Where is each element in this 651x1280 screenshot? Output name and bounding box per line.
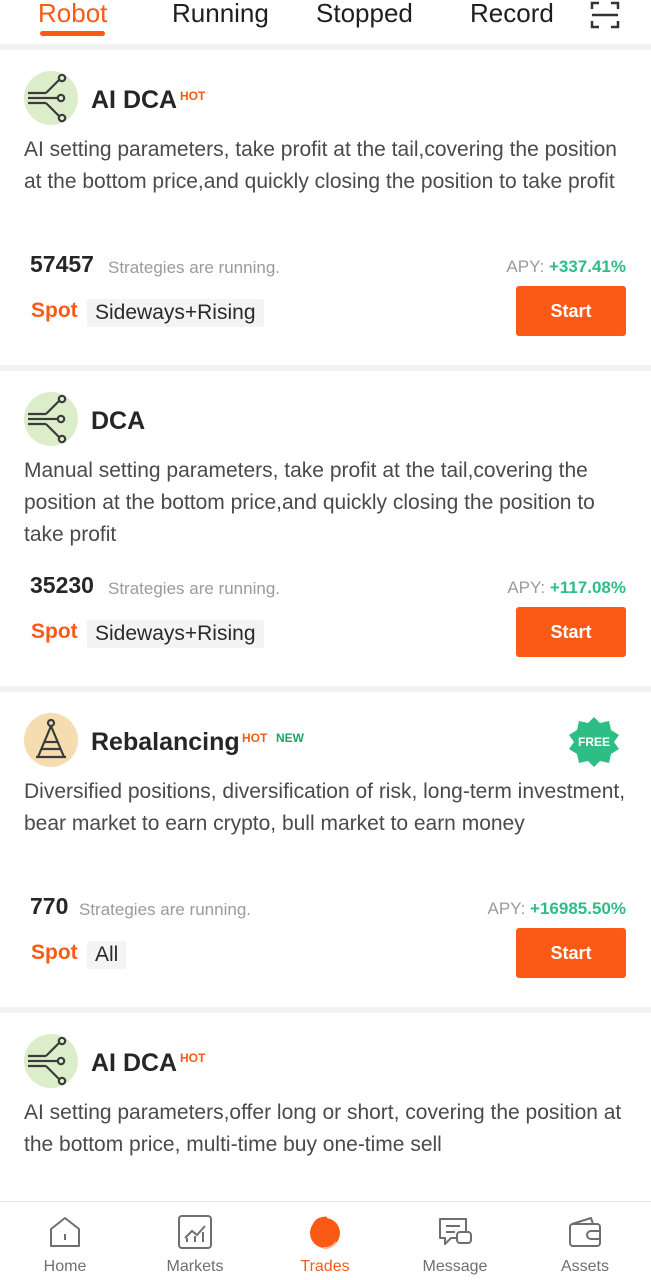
home-icon [50, 1217, 80, 1247]
running-count: 770 [30, 893, 69, 919]
free-badge-label: FREE [577, 735, 610, 749]
tab-robot[interactable]: Robot [38, 0, 107, 29]
apy-label: APY: [506, 257, 545, 276]
card-description: AI setting parameters,offer long or shor… [24, 1101, 622, 1156]
pyramid-icon [24, 713, 78, 767]
card-description: Diversified positions, diversification o… [24, 780, 626, 835]
apy: APY: +337.41% [506, 257, 626, 277]
top-tab-bar: Robot Running Stopped Record [0, 0, 651, 44]
nav-markets[interactable]: Markets [130, 1202, 260, 1280]
market-label: Spot [31, 620, 78, 643]
apy-label: APY: [487, 899, 526, 918]
scan-icon[interactable] [589, 0, 621, 30]
strategy-card-rebalancing[interactable]: Rebalancing HOT NEW FREE Diversified pos… [0, 692, 651, 1007]
strategy-card-ai-dca-2[interactable]: AI DCA HOT AI setting parameters,offer l… [0, 1013, 651, 1201]
trend-tag: Sideways+Rising [87, 299, 264, 327]
strategy-card-dca[interactable]: DCA Manual setting parameters, take prof… [0, 371, 651, 686]
bottom-nav: Home Markets Trades Message Assets [0, 1201, 651, 1280]
running-label: Strategies are running. [79, 900, 251, 919]
card-description: AI setting parameters, take profit at th… [24, 138, 617, 193]
hot-badge: HOT [180, 1051, 206, 1065]
nav-home[interactable]: Home [0, 1202, 130, 1280]
start-button[interactable]: Start [516, 607, 626, 657]
markets-icon [178, 1215, 212, 1249]
active-tab-indicator [40, 31, 105, 36]
running-count: 57457 [30, 251, 94, 277]
apy: APY: +117.08% [507, 578, 626, 598]
card-title: AI DCA [91, 1049, 178, 1077]
trend-tag: All [87, 941, 127, 969]
nav-markets-label: Markets [166, 1258, 224, 1275]
hot-badge: HOT [180, 89, 206, 103]
apy-label: APY: [507, 578, 546, 597]
message-icon [439, 1218, 472, 1245]
nav-home-label: Home [43, 1258, 87, 1275]
branch-icon [24, 71, 78, 125]
nav-trades[interactable]: Trades [260, 1202, 390, 1280]
card-title: DCA [91, 407, 146, 435]
market-label: Spot [31, 941, 78, 964]
running-label: Strategies are running. [108, 258, 280, 277]
card-title: AI DCA [91, 86, 178, 114]
trend-tag: Sideways+Rising [87, 620, 264, 648]
branch-icon [24, 392, 78, 446]
strategy-card-ai-dca[interactable]: AI DCA HOT AI setting parameters, take p… [0, 50, 651, 365]
apy-value: +117.08% [549, 578, 626, 597]
start-button[interactable]: Start [516, 928, 626, 978]
apy: APY: +16985.50% [488, 899, 627, 919]
nav-assets[interactable]: Assets [520, 1202, 650, 1280]
tab-running[interactable]: Running [172, 0, 269, 29]
nav-trades-label: Trades [300, 1258, 350, 1275]
new-badge: NEW [276, 731, 304, 745]
hot-badge: HOT [242, 731, 268, 745]
nav-message[interactable]: Message [390, 1202, 520, 1280]
running-count: 35230 [30, 572, 94, 598]
market-label: Spot [31, 299, 78, 322]
start-button[interactable]: Start [516, 286, 626, 336]
nav-message-label: Message [422, 1258, 488, 1275]
apy-value: +16985.50% [530, 899, 626, 918]
running-label: Strategies are running. [108, 579, 280, 598]
tab-stopped[interactable]: Stopped [316, 0, 413, 29]
apy-value: +337.41% [548, 257, 626, 276]
nav-assets-label: Assets [560, 1258, 609, 1275]
card-title: Rebalancing [91, 728, 240, 756]
trades-icon [310, 1216, 340, 1250]
card-description: Manual setting parameters, take profit a… [24, 459, 595, 546]
branch-icon [24, 1034, 78, 1088]
tab-record[interactable]: Record [470, 0, 554, 29]
free-badge: FREE [568, 716, 620, 768]
wallet-icon [569, 1217, 601, 1247]
